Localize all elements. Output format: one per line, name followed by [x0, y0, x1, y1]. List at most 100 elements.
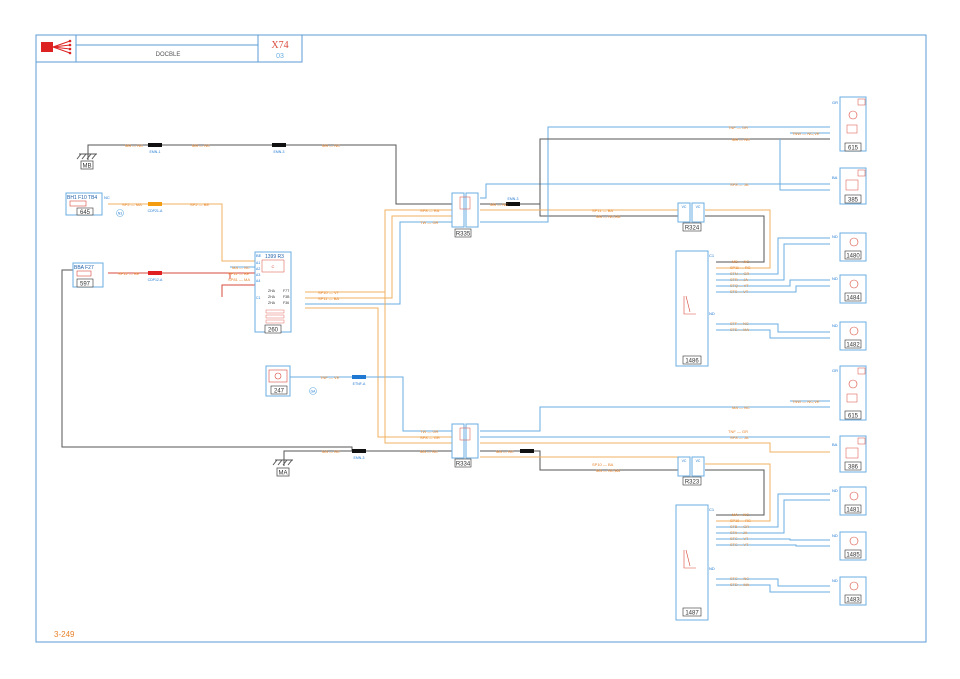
connector-block-r323: VC VC R323 [677, 456, 705, 486]
wire-label: SP8 — RA [420, 208, 440, 213]
svg-text:1485: 1485 [846, 553, 860, 559]
svg-text:1480: 1480 [846, 254, 860, 260]
svg-text:CDP12-A: CDP12-A [148, 278, 163, 282]
svg-text:STD — MA: STD — MA [730, 583, 750, 587]
connector-emn5 [520, 449, 534, 453]
svg-text:ND: ND [709, 311, 715, 316]
svg-text:EMN-1: EMN-1 [150, 150, 161, 154]
connector-block-r334: R334 [451, 423, 479, 468]
svg-text:GR: GR [832, 368, 838, 373]
svg-text:ND: ND [832, 533, 838, 538]
motor-1482: ND 1482 [832, 321, 867, 351]
wiring-diagram-sheet: DOCBLE X74 03 3-249 MB MA EMN-1 EMN-3 EM… [35, 34, 927, 643]
title-label: DOCBLE [156, 52, 181, 58]
svg-text:BH1 F10 TB4: BH1 F10 TB4 [67, 195, 97, 201]
svg-text:STQ — VT: STQ — VT [730, 284, 749, 288]
svg-text:ZHA: ZHA [268, 295, 276, 299]
svg-text:MA — NC: MA — NC [732, 513, 749, 517]
svg-text:BE: BE [256, 253, 262, 258]
device-615-top: GR 615 [832, 96, 867, 152]
page-reference: 3-249 [54, 630, 75, 639]
svg-text:STC — VT: STC — VT [730, 543, 749, 547]
ground-mb-label: MB [83, 164, 92, 170]
ground-ma-label: MA [279, 471, 288, 477]
wire-label: MA — NC [732, 405, 750, 410]
wire-label: SP2 — BE [190, 202, 209, 207]
wire-label: SP8 — GR [420, 435, 440, 440]
svg-text:597: 597 [80, 282, 91, 288]
svg-text:R334: R334 [456, 462, 471, 468]
wire-label: TNW — NC,VE [792, 131, 820, 136]
svg-text:R335: R335 [456, 232, 471, 238]
svg-text:A3: A3 [256, 273, 260, 277]
wires [61, 126, 830, 593]
wire-label: SP10 — VT [318, 290, 340, 295]
wire-label: SP10 — BA [592, 462, 614, 467]
seat-module-1486: C1 ND 1486 [675, 250, 715, 367]
svg-text:ZHA: ZHA [268, 289, 276, 293]
wire-label: MB — NC [490, 202, 508, 207]
seat2-wire-labels: MA — NC SP10 — RG STB — GR STA — JA STC … [730, 513, 751, 587]
wire-label: TW — GR [420, 220, 439, 225]
wire-label: MA — NC [322, 449, 340, 454]
connector-orange-bus [148, 202, 162, 206]
svg-text:CDP21-A: CDP21-A [148, 209, 163, 213]
wire-label: SP8 — JA [730, 182, 749, 187]
svg-text:EMN-3: EMN-3 [274, 150, 285, 154]
wire-label: SP12 — BE [228, 271, 250, 276]
wire-labels: MB — NC MB — NC MB — NC SP2 — MA SP2 — B… [118, 125, 820, 473]
svg-text:ND: ND [832, 234, 838, 239]
svg-text:STF — NC: STF — NC [730, 322, 749, 326]
svg-text:F3B: F3B [283, 295, 290, 299]
seat1-wire-labels: MB — NC SP11 — RG STN — GR STR — JA STQ … [730, 260, 751, 332]
svg-text:GA: GA [311, 390, 317, 394]
wire-label: SP2 — MA [122, 202, 142, 207]
inline-connectors: EMN-1 EMN-3 EMN-3 EMN-3 CDP21-A CDP12-A … [148, 143, 534, 460]
svg-text:STC — VT: STC — VT [730, 537, 749, 541]
svg-text:SP11 — RG: SP11 — RG [730, 266, 751, 270]
wire-label: TNF — GR [728, 125, 748, 130]
svg-text:VC: VC [682, 459, 687, 463]
sheet-number: 03 [276, 53, 284, 60]
wire-label: MB — NC [125, 143, 143, 148]
svg-text:ND: ND [832, 488, 838, 493]
svg-text:BA: BA [832, 442, 838, 447]
svg-text:1481: 1481 [846, 508, 860, 514]
wire-label: SP81 — MA [228, 277, 250, 282]
wire-label: MA — NC [232, 265, 250, 270]
svg-text:386: 386 [848, 465, 859, 471]
svg-text:C: C [272, 264, 275, 269]
connector-emn2 [272, 143, 286, 147]
svg-text:C1: C1 [709, 253, 715, 258]
svg-text:VC: VC [696, 205, 701, 209]
svg-text:R324: R324 [685, 226, 700, 232]
wire-label: SP11 — BA [592, 208, 613, 213]
wire-label: TNW — NC,VE [792, 399, 820, 404]
svg-text:C1: C1 [709, 507, 715, 512]
wire-label: MA — NC [420, 449, 438, 454]
svg-text:ZHA: ZHA [268, 301, 276, 305]
seat-module-1487: C1 ND 1487 [675, 504, 715, 621]
svg-text:A1: A1 [256, 261, 260, 265]
wire-label: SP11 — BA [318, 296, 339, 301]
motor-1480: ND 1480 [832, 232, 867, 262]
motor-1485: ND 1485 [832, 531, 867, 561]
svg-text:NC: NC [104, 195, 110, 200]
svg-text:R323: R323 [685, 480, 700, 486]
wire-label: SP12 — BE [118, 271, 140, 276]
svg-text:1399 R3: 1399 R3 [265, 254, 284, 260]
svg-text:615: 615 [848, 146, 859, 152]
svg-text:1486: 1486 [685, 359, 699, 365]
svg-text:ETNF-A: ETNF-A [353, 382, 366, 386]
motor-1481: ND 1481 [832, 486, 867, 516]
svg-text:A2: A2 [256, 267, 260, 271]
wire-label: MA — NC,BA [596, 468, 621, 473]
connector-block-r335: R335 [451, 192, 479, 238]
svg-text:645: 645 [80, 210, 91, 216]
svg-text:STN — GR: STN — GR [730, 272, 749, 276]
svg-text:615: 615 [848, 414, 859, 420]
component-247: 247 GA [265, 365, 317, 397]
device-385-top: BA 385 [832, 167, 867, 205]
plug-logo-icon [41, 39, 72, 55]
svg-text:ND: ND [832, 578, 838, 583]
